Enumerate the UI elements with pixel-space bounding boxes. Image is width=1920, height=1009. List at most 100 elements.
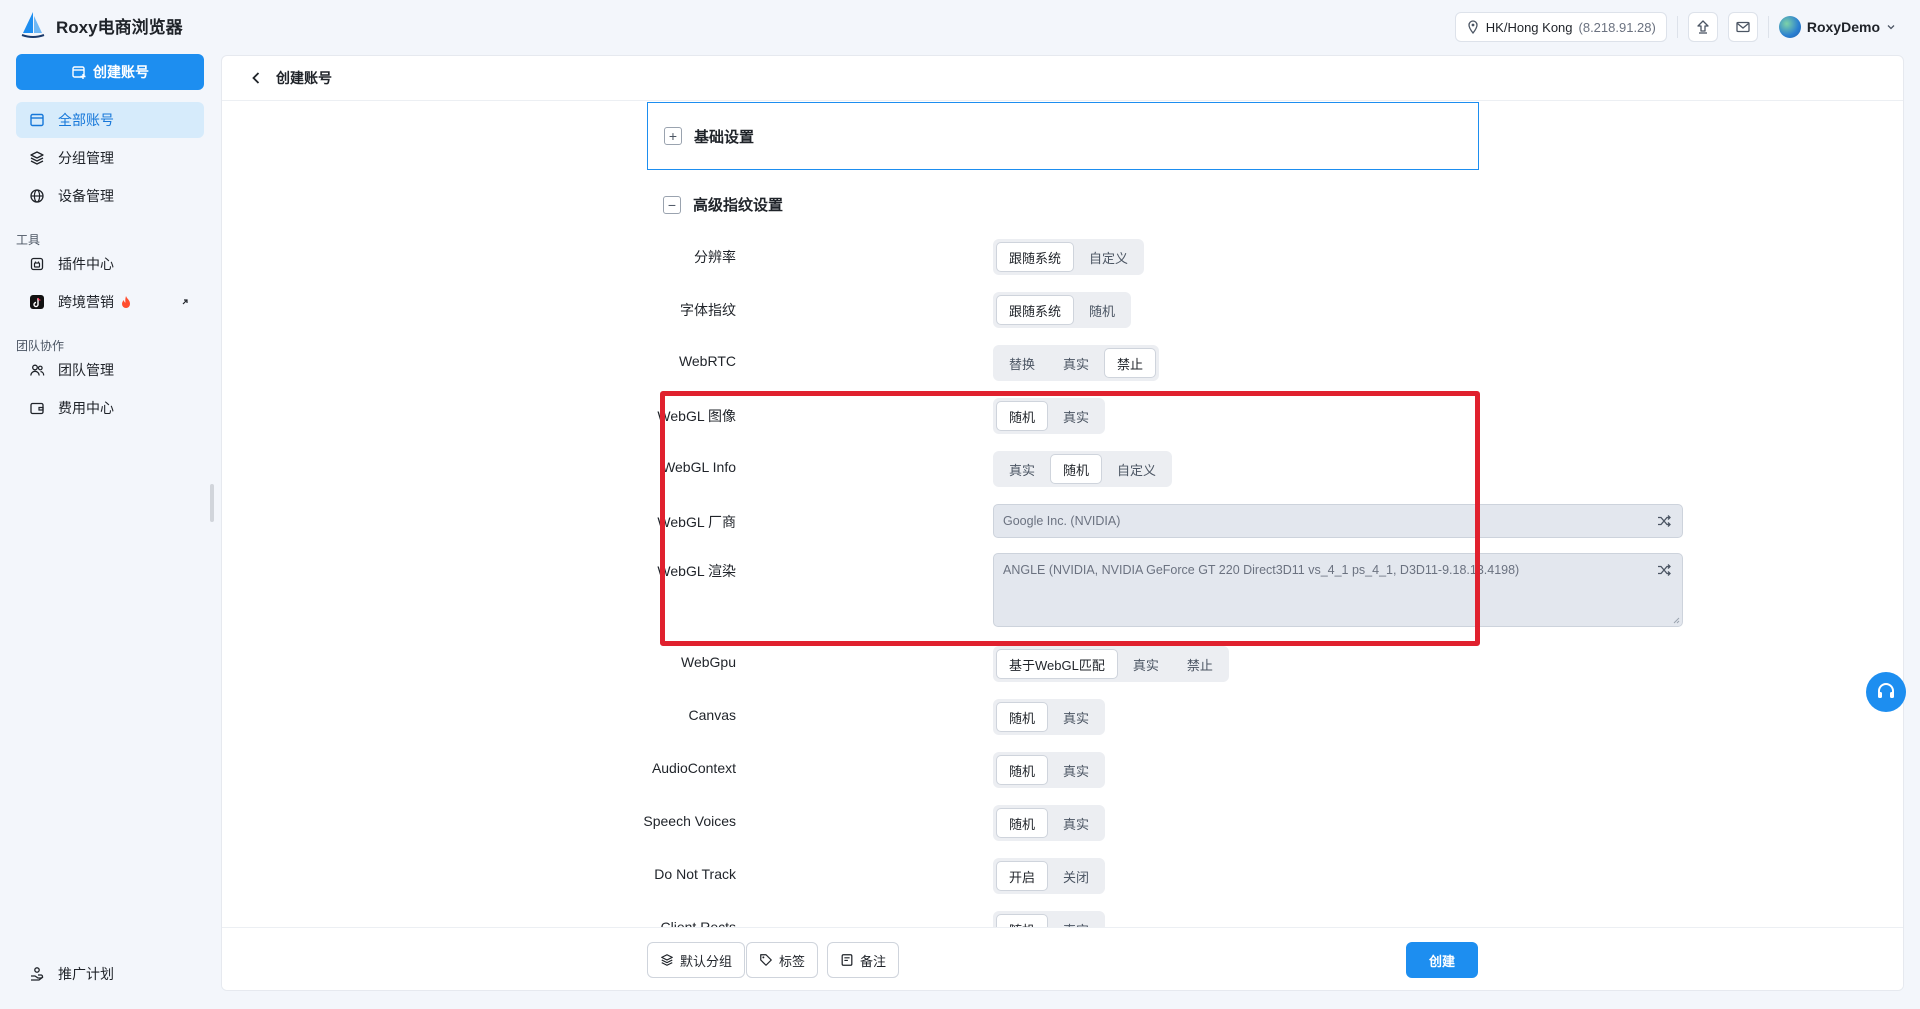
tag-button[interactable]: 标签 bbox=[746, 942, 819, 978]
mail-button[interactable] bbox=[1727, 12, 1758, 42]
option-match-webgl[interactable]: 基于WebGL匹配 bbox=[996, 649, 1118, 679]
breadcrumb: 创建账号 bbox=[222, 56, 1903, 101]
back-arrow-icon[interactable] bbox=[250, 71, 262, 85]
advanced-settings-title: 高级指纹设置 bbox=[693, 197, 784, 214]
plugin-icon bbox=[28, 255, 46, 273]
option-random[interactable]: 随机 bbox=[996, 914, 1049, 927]
create-account-button[interactable]: 创建账号 bbox=[16, 54, 204, 90]
option-real[interactable]: 真实 bbox=[1050, 808, 1102, 838]
option-disable[interactable]: 禁止 bbox=[1104, 348, 1157, 378]
option-replace[interactable]: 替换 bbox=[996, 348, 1048, 378]
sidebar-item-promo[interactable]: 推广计划 bbox=[16, 956, 204, 992]
field-label: Speech Voices bbox=[643, 813, 736, 829]
app-title: Roxy电商浏览器 bbox=[56, 17, 183, 37]
resolution-segment: 跟随系统 自定义 bbox=[993, 239, 1145, 275]
sidebar-item-groups[interactable]: 分组管理 bbox=[16, 140, 204, 176]
support-button[interactable] bbox=[1866, 672, 1906, 712]
sidebar-item-label: 跨境营销 bbox=[58, 294, 114, 310]
note-icon bbox=[841, 954, 853, 966]
default-group-button[interactable]: 默认分组 bbox=[647, 942, 746, 978]
option-follow-system[interactable]: 跟随系统 bbox=[996, 242, 1075, 272]
advanced-settings-header[interactable]: − 高级指纹设置 bbox=[663, 194, 783, 215]
option-random[interactable]: 随机 bbox=[996, 702, 1049, 732]
client-rects-row: Client Rects 随机 真实 bbox=[641, 911, 1481, 927]
font-segment: 跟随系统 随机 bbox=[993, 292, 1132, 328]
location-text: HK/Hong Kong bbox=[1485, 19, 1573, 35]
speech-voices-row: Speech Voices 随机 真实 bbox=[641, 805, 1481, 841]
footer-bar: 默认分组 标签 备注 创建 bbox=[222, 927, 1903, 990]
basic-settings-section[interactable]: + 基础设置 bbox=[647, 102, 1479, 170]
add-window-icon bbox=[72, 66, 86, 79]
sidebar-item-label: 插件中心 bbox=[58, 256, 114, 272]
sidebar-item-team[interactable]: 团队管理 bbox=[16, 352, 204, 388]
collapse-icon[interactable]: − bbox=[663, 195, 681, 214]
avatar bbox=[1778, 16, 1801, 38]
sidebar-item-billing[interactable]: 费用中心 bbox=[16, 390, 204, 426]
option-real[interactable]: 真实 bbox=[1120, 649, 1172, 679]
top-bar: Roxy电商浏览器 HK/Hong Kong (8.218.91.28) Rox… bbox=[0, 0, 1920, 54]
create-account-label: 创建账号 bbox=[93, 64, 149, 80]
shuffle-icon[interactable] bbox=[1656, 562, 1672, 578]
field-label: Client Rects bbox=[660, 919, 736, 927]
basic-settings-title: 基础设置 bbox=[694, 128, 755, 146]
location-pin-icon bbox=[1468, 20, 1478, 34]
sidebar-item-label: 全部账号 bbox=[58, 112, 114, 128]
sidebar-item-marketing[interactable]: 跨境营销 bbox=[16, 284, 204, 320]
option-custom[interactable]: 自定义 bbox=[1076, 242, 1141, 272]
option-random[interactable]: 随机 bbox=[1076, 295, 1128, 325]
sidebar-item-devices[interactable]: 设备管理 bbox=[16, 178, 204, 214]
option-off[interactable]: 关闭 bbox=[1050, 861, 1102, 891]
user-menu[interactable]: RoxyDemo bbox=[1778, 16, 1896, 38]
field-label: Canvas bbox=[688, 707, 736, 723]
default-group-label: 默认分组 bbox=[680, 953, 733, 969]
sidebar-item-label: 分组管理 bbox=[58, 150, 114, 166]
expand-icon[interactable]: + bbox=[664, 127, 682, 145]
divider bbox=[1676, 16, 1678, 38]
layers-icon bbox=[661, 954, 673, 966]
webgpu-segment: 基于WebGL匹配 真实 禁止 bbox=[993, 646, 1229, 682]
option-real[interactable]: 真实 bbox=[1050, 702, 1102, 732]
sidebar-item-plugins[interactable]: 插件中心 bbox=[16, 246, 204, 282]
create-button[interactable]: 创建 bbox=[1406, 942, 1478, 978]
option-random[interactable]: 随机 bbox=[996, 755, 1049, 785]
note-button[interactable]: 备注 bbox=[827, 942, 900, 978]
upload-button[interactable] bbox=[1687, 12, 1718, 42]
option-follow-system[interactable]: 跟随系统 bbox=[996, 295, 1075, 325]
canvas-segment: 随机 真实 bbox=[993, 699, 1106, 735]
dnt-segment: 开启 关闭 bbox=[993, 858, 1106, 894]
audiocontext-row: AudioContext 随机 真实 bbox=[641, 752, 1481, 788]
accounts-icon bbox=[28, 111, 46, 129]
upload-icon bbox=[1697, 20, 1709, 34]
highlight-box bbox=[660, 391, 1480, 646]
globe-icon bbox=[28, 187, 46, 205]
chevron-down-icon bbox=[1887, 25, 1895, 30]
field-label: WebRTC bbox=[678, 353, 736, 369]
field-label: WebGpu bbox=[681, 654, 736, 670]
webrtc-row: WebRTC 替换 真实 禁止 bbox=[641, 345, 1481, 381]
note-label: 备注 bbox=[860, 953, 887, 969]
option-real[interactable]: 真实 bbox=[1050, 914, 1102, 928]
shuffle-icon[interactable] bbox=[1656, 513, 1672, 529]
resize-grip-icon[interactable] bbox=[1672, 616, 1680, 624]
handshake-icon bbox=[28, 965, 46, 983]
user-name: RoxyDemo bbox=[1806, 19, 1880, 35]
sidebar-resize-handle[interactable] bbox=[210, 484, 214, 522]
option-random[interactable]: 随机 bbox=[996, 808, 1049, 838]
option-real[interactable]: 真实 bbox=[1050, 755, 1102, 785]
sail-logo-icon bbox=[21, 12, 45, 38]
external-link-icon bbox=[182, 299, 188, 305]
sidebar-item-label: 设备管理 bbox=[58, 188, 114, 204]
field-label: 字体指纹 bbox=[680, 302, 736, 318]
sidebar: 创建账号 全部账号 分组管理 设备管理 工具 插件中心 跨境营销 团队协作 团队… bbox=[0, 54, 215, 1009]
ip-text: (8.218.91.28) bbox=[1578, 19, 1656, 35]
page-title: 创建账号 bbox=[276, 70, 332, 86]
option-on[interactable]: 开启 bbox=[996, 861, 1049, 891]
sidebar-item-all-accounts[interactable]: 全部账号 bbox=[16, 102, 204, 138]
proxy-location[interactable]: HK/Hong Kong (8.218.91.28) bbox=[1454, 12, 1667, 42]
client-rects-segment: 随机 真实 bbox=[993, 911, 1106, 928]
option-disable[interactable]: 禁止 bbox=[1174, 649, 1226, 679]
tag-icon bbox=[760, 954, 772, 966]
tag-label: 标签 bbox=[779, 953, 806, 969]
option-real[interactable]: 真实 bbox=[1050, 348, 1102, 378]
app-logo: Roxy电商浏览器 bbox=[20, 11, 183, 39]
